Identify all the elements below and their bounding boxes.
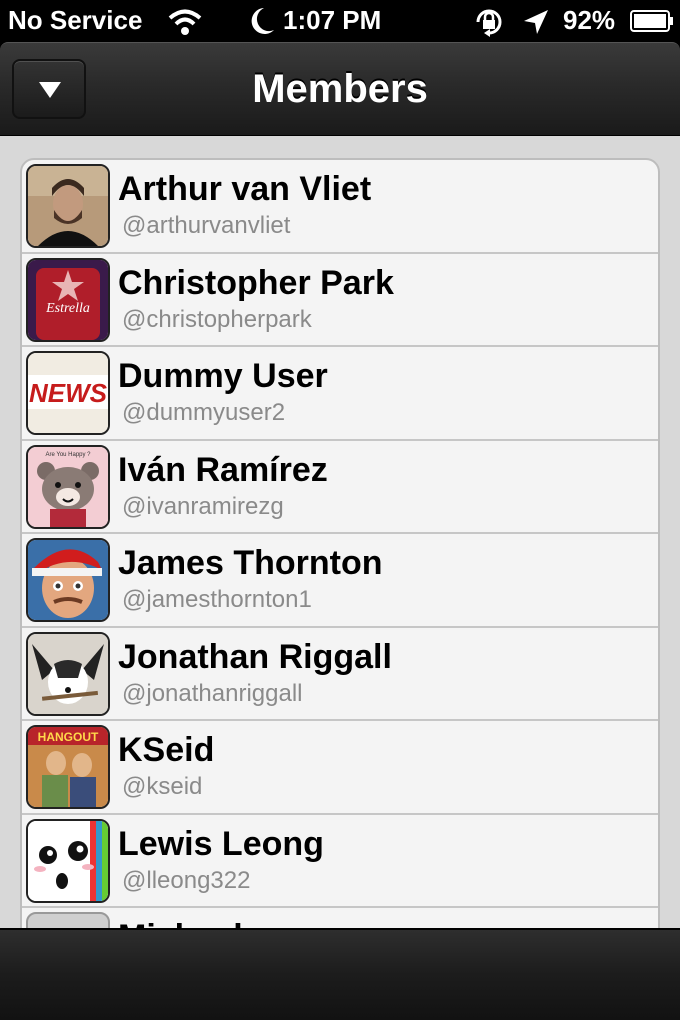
member-name: James Thornton (118, 544, 383, 582)
avatar-label: Are You Happy ? (45, 452, 91, 458)
members-list: Arthur van Vliet @arthurvanvliet Estrell… (20, 158, 660, 928)
avatar (26, 164, 110, 248)
battery-icon (630, 10, 673, 32)
location-icon (524, 10, 548, 34)
avatar (26, 818, 110, 903)
wifi-icon (168, 9, 202, 35)
member-handle: @dummyuser2 (122, 399, 286, 426)
navigation-bar: Members (0, 42, 680, 136)
moon-icon (251, 8, 274, 34)
list-item[interactable]: Arthur van Vliet @arthurvanvliet (22, 160, 658, 254)
member-name: Dummy User (118, 357, 328, 395)
page-title: Members (252, 67, 428, 111)
bottom-toolbar (0, 928, 680, 1020)
battery-percent: 92% (563, 5, 616, 35)
list-item[interactable]: Lewis Leong @lleong322 (22, 815, 658, 908)
list-item[interactable]: HANGOUT KSeid @kseid (22, 721, 658, 815)
avatar (26, 538, 110, 622)
list-item[interactable]: Estrella Christopher Park @christopherpa… (22, 254, 658, 347)
avatar-label: Estrella (45, 301, 90, 316)
member-handle: @arthurvanvliet (122, 212, 291, 239)
avatar (26, 631, 110, 716)
avatar-label: HANGOUT (38, 730, 99, 744)
member-name: KSeid (118, 731, 215, 769)
list-item[interactable]: James Thornton @jamesthornton1 (22, 534, 658, 628)
member-handle: @jamesthornton1 (122, 586, 312, 613)
member-name: Jonathan Riggall (118, 637, 392, 676)
member-handle: @christopherpark (122, 305, 312, 333)
avatar (26, 912, 110, 928)
member-name: Christopher Park (118, 263, 394, 302)
avatar: Are You Happy ? (26, 444, 110, 529)
members-list-container[interactable]: Arthur van Vliet @arthurvanvliet Estrell… (0, 136, 680, 928)
member-handle: @lleong322 (122, 866, 251, 894)
member-name: Iván Ramírez (118, 450, 328, 489)
member-handle: @jonathanriggall (122, 679, 303, 707)
avatar: Estrella (26, 257, 110, 342)
member-handle: @kseid (122, 773, 203, 800)
avatar: NEWS (26, 351, 110, 435)
member-name: Lewis Leong (118, 824, 324, 863)
list-item[interactable]: Are You Happy ? Iván Ramírez @ivanramire… (22, 441, 658, 534)
member-name: Arthur van Vliet (118, 170, 372, 208)
time-label: 1:07 PM (283, 5, 382, 35)
carrier-label: No Service (8, 5, 143, 35)
avatar-label: NEWS (29, 378, 108, 408)
member-name: Michael (118, 918, 243, 928)
list-item[interactable]: Michael (22, 908, 658, 928)
list-item[interactable]: NEWS Dummy User @dummyuser2 (22, 347, 658, 441)
rotation-lock-icon (476, 9, 502, 37)
status-bar: No Service 1:07 PM 92% (0, 0, 680, 42)
list-item[interactable]: Jonathan Riggall @jonathanriggall (22, 628, 658, 721)
member-handle: @ivanramirezg (122, 492, 284, 520)
avatar: HANGOUT (26, 725, 110, 809)
